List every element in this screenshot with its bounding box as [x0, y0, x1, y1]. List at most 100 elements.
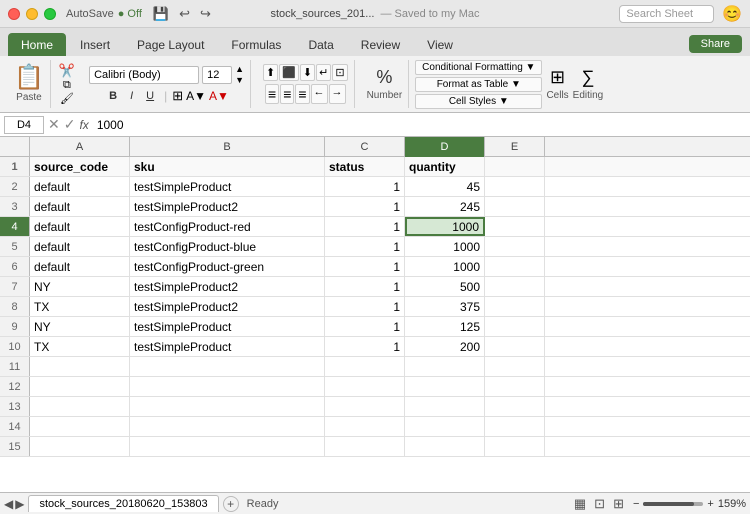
row-number[interactable]: 5 — [0, 237, 30, 256]
grid-cell-a3[interactable]: default — [30, 197, 130, 216]
redo-icon[interactable]: ↪ — [197, 5, 214, 23]
grid-cell-c2[interactable]: 1 — [325, 177, 405, 196]
grid-cell-e6[interactable] — [485, 257, 545, 276]
formula-input[interactable] — [93, 118, 746, 132]
grid-cell-e12[interactable] — [485, 377, 545, 396]
font-color-icon[interactable]: A▼ — [209, 89, 229, 103]
row-number[interactable]: 12 — [0, 377, 30, 396]
row-number[interactable]: 13 — [0, 397, 30, 416]
grid-cell-a14[interactable] — [30, 417, 130, 436]
autosave-toggle[interactable]: ● Off — [118, 8, 142, 20]
page-layout-view-button[interactable]: ⊡ — [591, 495, 608, 513]
grid-cell-c5[interactable]: 1 — [325, 237, 405, 256]
grid-cell-b5[interactable]: testConfigProduct-blue — [130, 237, 325, 256]
grid-cell-a7[interactable]: NY — [30, 277, 130, 296]
maximize-button[interactable] — [44, 8, 56, 20]
grid-cell-c4[interactable]: 1 — [325, 217, 405, 236]
close-button[interactable] — [8, 8, 20, 20]
cut-icon[interactable]: ✂️ — [59, 63, 75, 79]
grid-cell-d2[interactable]: 45 — [405, 177, 485, 196]
fill-color-icon[interactable]: A▼ — [186, 89, 206, 103]
grid-cell-b14[interactable] — [130, 417, 325, 436]
grid-cell-b8[interactable]: testSimpleProduct2 — [130, 297, 325, 316]
grid-cell-a13[interactable] — [30, 397, 130, 416]
grid-cell-c8[interactable]: 1 — [325, 297, 405, 316]
grid-cell-e9[interactable] — [485, 317, 545, 336]
grid-cell-c3[interactable]: 1 — [325, 197, 405, 216]
copy-icon[interactable]: ⧉ — [63, 79, 71, 92]
grid-cell-d1[interactable]: quantity — [405, 157, 485, 176]
grid-cell-d10[interactable]: 200 — [405, 337, 485, 356]
font-size-input[interactable] — [202, 66, 232, 84]
format-as-table-button[interactable]: Format as Table ▼ — [415, 77, 542, 92]
merge-center-button[interactable]: ⊡ — [332, 64, 347, 81]
align-left-button[interactable]: ≡ — [265, 84, 279, 104]
grid-cell-b11[interactable] — [130, 357, 325, 376]
grid-cell-c10[interactable]: 1 — [325, 337, 405, 356]
formula-cross[interactable]: ✕ — [48, 116, 60, 133]
row-number[interactable]: 15 — [0, 437, 30, 456]
row-number[interactable]: 10 — [0, 337, 30, 356]
grid-cell-a4[interactable]: default — [30, 217, 130, 236]
grid-cell-b2[interactable]: testSimpleProduct — [130, 177, 325, 196]
grid-cell-a8[interactable]: TX — [30, 297, 130, 316]
grid-cell-c14[interactable] — [325, 417, 405, 436]
grid-cell-b9[interactable]: testSimpleProduct — [130, 317, 325, 336]
col-header-b[interactable]: B — [130, 137, 325, 157]
grid-cell-d12[interactable] — [405, 377, 485, 396]
grid-cell-d14[interactable] — [405, 417, 485, 436]
grid-cell-a11[interactable] — [30, 357, 130, 376]
row-number[interactable]: 2 — [0, 177, 30, 196]
grid-cell-a6[interactable]: default — [30, 257, 130, 276]
conditional-formatting-button[interactable]: Conditional Formatting ▼ — [415, 60, 542, 75]
tab-data[interactable]: Data — [295, 33, 346, 56]
grid-cell-a12[interactable] — [30, 377, 130, 396]
row-number[interactable]: 11 — [0, 357, 30, 376]
grid-cell-a9[interactable]: NY — [30, 317, 130, 336]
row-number[interactable]: 8 — [0, 297, 30, 316]
col-header-e[interactable]: E — [485, 137, 545, 157]
grid-cell-d3[interactable]: 245 — [405, 197, 485, 216]
col-header-c[interactable]: C — [325, 137, 405, 157]
align-right-button[interactable]: ≡ — [295, 84, 309, 104]
grid-cell-d5[interactable]: 1000 — [405, 237, 485, 256]
indent-decrease-button[interactable]: ← — [311, 84, 328, 104]
minimize-button[interactable] — [26, 8, 38, 20]
grid-cell-b10[interactable]: testSimpleProduct — [130, 337, 325, 356]
align-middle-button[interactable]: ⬛ — [279, 64, 299, 81]
normal-view-button[interactable]: ▦ — [571, 495, 589, 513]
grid-cell-c15[interactable] — [325, 437, 405, 456]
grid-cell-b3[interactable]: testSimpleProduct2 — [130, 197, 325, 216]
tab-view[interactable]: View — [414, 33, 466, 56]
grid-cell-e1[interactable] — [485, 157, 545, 176]
grid-cell-a1[interactable]: source_code — [30, 157, 130, 176]
grid-cell-b15[interactable] — [130, 437, 325, 456]
col-header-d[interactable]: D — [405, 137, 485, 157]
tab-page-layout[interactable]: Page Layout — [124, 33, 217, 56]
bold-button[interactable]: B — [104, 88, 122, 104]
grid-cell-a15[interactable] — [30, 437, 130, 456]
add-sheet-button[interactable]: + — [223, 496, 239, 512]
tab-review[interactable]: Review — [348, 33, 413, 56]
align-center-button[interactable]: ≡ — [280, 84, 294, 104]
align-top-button[interactable]: ⬆ — [263, 64, 278, 81]
grid-cell-a2[interactable]: default — [30, 177, 130, 196]
grid-cell-d11[interactable] — [405, 357, 485, 376]
sheet-tab[interactable]: stock_sources_20180620_153803 — [28, 495, 218, 512]
paste-button[interactable]: 📋 — [14, 66, 44, 90]
page-break-view-button[interactable]: ⊞ — [610, 495, 627, 513]
grid-cell-e4[interactable] — [485, 217, 545, 236]
align-bottom-button[interactable]: ⬇ — [300, 64, 315, 81]
wrap-text-button[interactable]: ↵ — [316, 64, 331, 81]
tab-insert[interactable]: Insert — [67, 33, 123, 56]
grid-cell-a5[interactable]: default — [30, 237, 130, 256]
row-number[interactable]: 1 — [0, 157, 30, 176]
underline-button[interactable]: U — [141, 88, 159, 104]
row-number[interactable]: 7 — [0, 277, 30, 296]
font-name-input[interactable] — [89, 66, 199, 84]
grid-cell-a10[interactable]: TX — [30, 337, 130, 356]
grid-cell-d8[interactable]: 375 — [405, 297, 485, 316]
grid-cell-e13[interactable] — [485, 397, 545, 416]
zoom-minus[interactable]: − — [633, 498, 639, 510]
tab-formulas[interactable]: Formulas — [218, 33, 294, 56]
